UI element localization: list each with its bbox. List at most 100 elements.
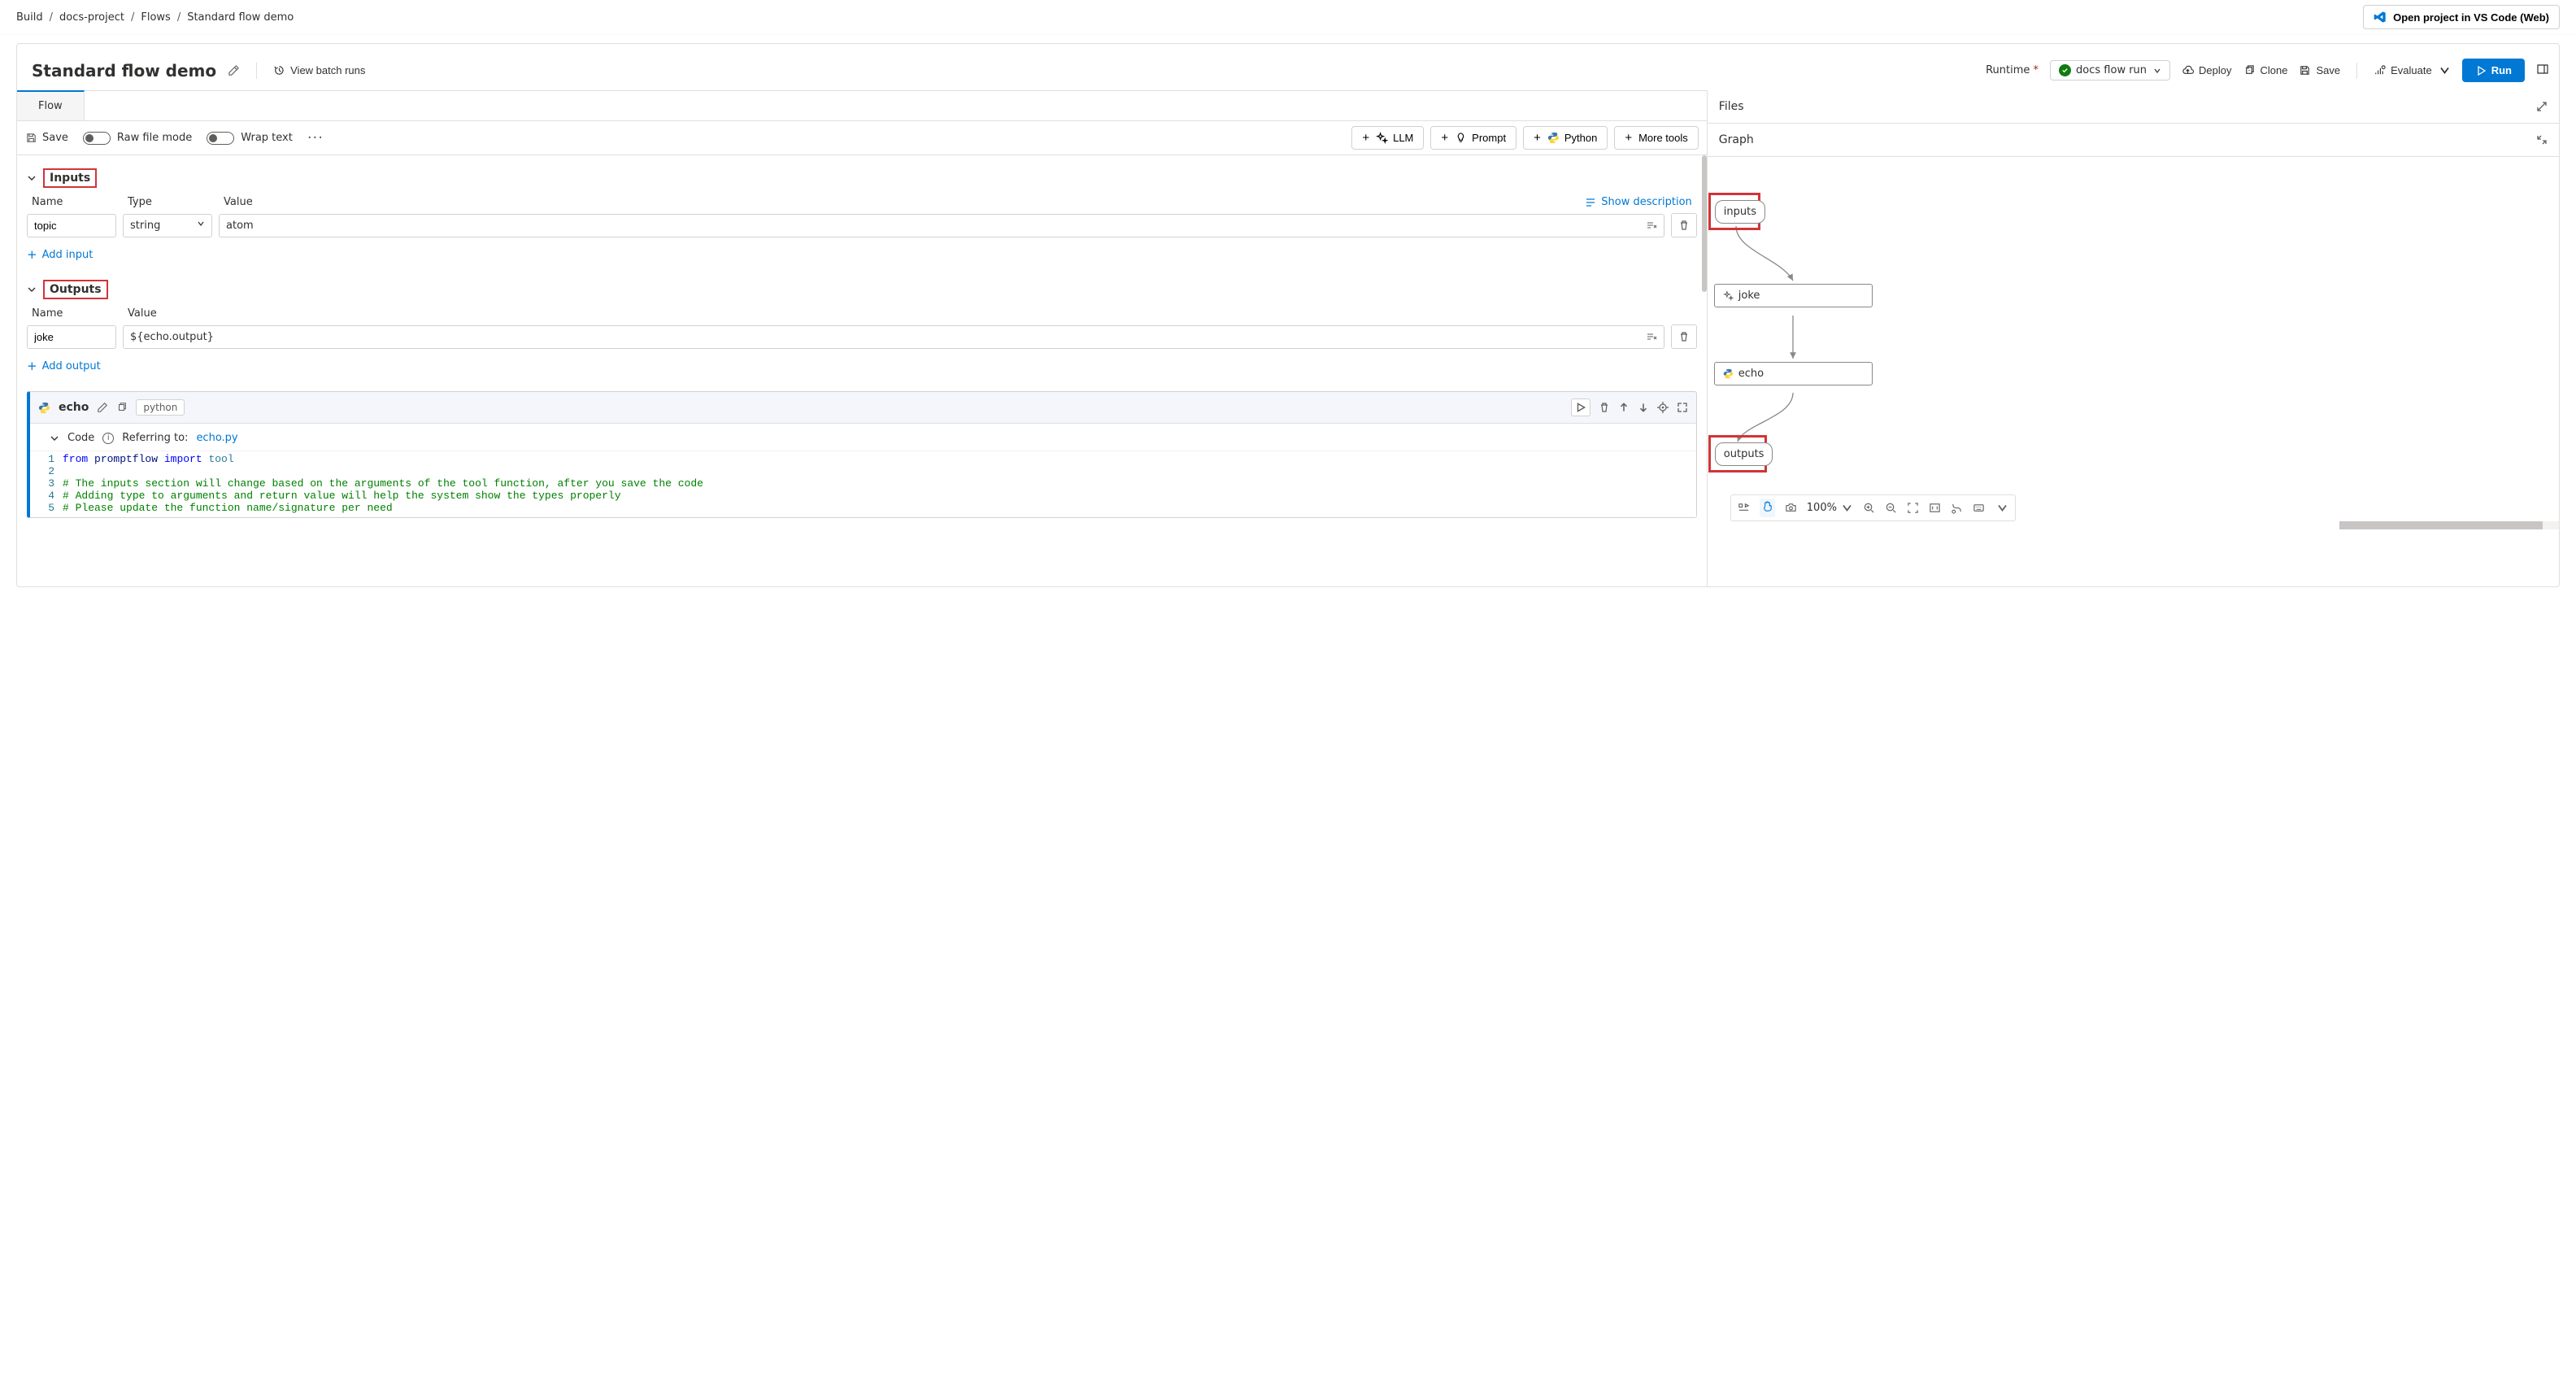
graph-node-echo[interactable]: echo	[1714, 362, 1873, 385]
run-button[interactable]: Run	[2462, 59, 2525, 82]
save-icon	[2299, 64, 2311, 76]
locate-icon[interactable]	[1657, 402, 1669, 413]
delete-output-button[interactable]	[1671, 324, 1697, 349]
copy-icon[interactable]	[116, 402, 128, 413]
code-editor[interactable]: 1from promptflow import tool 2 3# The in…	[30, 451, 1696, 517]
toolbar-save-label: Save	[42, 132, 68, 144]
run-label: Run	[2491, 64, 2512, 76]
output-value-field[interactable]: ${echo.output}	[123, 325, 1664, 349]
python-icon	[1723, 368, 1734, 379]
graph-node-inputs[interactable]: inputs	[1715, 200, 1765, 224]
scrollbar-thumb[interactable]	[1702, 155, 1707, 292]
graph-edges	[1708, 157, 2559, 529]
runtime-selector[interactable]: docs flow run	[2050, 60, 2170, 81]
chevron-down-icon[interactable]	[50, 433, 59, 443]
add-input-button[interactable]: + Add input	[27, 247, 93, 262]
sparkle-icon	[1376, 132, 1388, 144]
llm-label: LLM	[1393, 132, 1413, 144]
code-keyword: import	[164, 453, 202, 465]
edit-icon[interactable]	[228, 64, 240, 76]
graph-h-scrollbar[interactable]	[2339, 521, 2559, 529]
toggle-switch[interactable]	[83, 132, 111, 145]
chevron-down-icon	[1841, 502, 1853, 514]
reference-icon[interactable]	[1646, 220, 1657, 231]
graph-node-joke[interactable]: joke	[1714, 284, 1873, 307]
graph-canvas[interactable]: inputs joke echo outputs 100%	[1708, 157, 2559, 529]
node-run-button[interactable]	[1571, 398, 1590, 416]
chevron-down-icon[interactable]	[1996, 502, 2008, 514]
save-button[interactable]: Save	[2299, 64, 2340, 76]
clone-button[interactable]: Clone	[2243, 64, 2288, 76]
wrap-text-toggle[interactable]: Wrap text	[207, 132, 293, 145]
tabs: Flow	[17, 90, 1707, 121]
output-row: ${echo.output}	[27, 324, 1697, 349]
panel-icon	[2536, 63, 2549, 76]
sparkle-icon	[1723, 290, 1734, 301]
pan-icon[interactable]	[1760, 499, 1775, 517]
prompt-label: Prompt	[1472, 132, 1506, 144]
code-keyword: from	[63, 453, 88, 465]
keyboard-icon[interactable]	[1973, 502, 1985, 514]
add-llm-button[interactable]: + LLM	[1351, 126, 1424, 150]
trash-icon[interactable]	[1599, 402, 1610, 413]
files-header[interactable]: Files	[1708, 90, 2559, 124]
expand-icon[interactable]	[1677, 402, 1688, 413]
plus-icon: +	[1362, 131, 1369, 145]
history-icon	[273, 64, 285, 76]
deploy-button[interactable]: Deploy	[2182, 64, 2231, 76]
toolbar-save-button[interactable]: Save	[25, 132, 68, 144]
expand-icon[interactable]	[2536, 101, 2548, 112]
chevron-down-icon	[27, 285, 37, 294]
raw-mode-toggle[interactable]: Raw file mode	[83, 132, 192, 145]
zoom-out-icon[interactable]	[1885, 502, 1897, 514]
reference-icon[interactable]	[1646, 331, 1657, 342]
graph-node-outputs[interactable]: outputs	[1715, 442, 1773, 466]
arrow-down-icon[interactable]	[1638, 402, 1649, 413]
add-more-tools-button[interactable]: + More tools	[1614, 126, 1698, 150]
chevron-down-icon	[27, 173, 37, 183]
breadcrumb-project[interactable]: docs-project	[59, 11, 124, 24]
add-output-label: Add output	[42, 360, 101, 372]
add-prompt-button[interactable]: + Prompt	[1430, 126, 1516, 150]
arrow-up-icon[interactable]	[1618, 402, 1630, 413]
plus-icon: +	[1534, 131, 1541, 145]
breadcrumb-build[interactable]: Build	[16, 11, 43, 24]
add-output-button[interactable]: + Add output	[27, 359, 101, 373]
collapse-icon[interactable]	[2536, 134, 2548, 146]
delete-input-button[interactable]	[1671, 213, 1697, 237]
vscode-label: Open project in VS Code (Web)	[2393, 11, 2549, 24]
input-name-field[interactable]	[27, 214, 116, 237]
graph-header[interactable]: Graph	[1708, 124, 2559, 157]
edit-icon[interactable]	[97, 402, 108, 413]
evaluate-button[interactable]: Evaluate	[2374, 64, 2451, 76]
panel-toggle-button[interactable]	[2536, 63, 2549, 78]
more-icon[interactable]: ···	[307, 129, 324, 146]
code-file-link[interactable]: echo.py	[196, 432, 237, 444]
tab-flow[interactable]: Flow	[17, 90, 85, 120]
fit-icon[interactable]	[1907, 502, 1919, 514]
output-name-field[interactable]	[27, 325, 116, 349]
screenshot-icon[interactable]	[1785, 502, 1797, 514]
zoom-in-icon[interactable]	[1863, 502, 1875, 514]
add-python-button[interactable]: + Python	[1523, 126, 1608, 150]
play-icon	[1575, 402, 1586, 413]
view-batch-runs-button[interactable]: View batch runs	[273, 64, 365, 76]
code-text: promptflow	[88, 453, 164, 465]
inputs-header[interactable]: Inputs	[27, 168, 1697, 188]
outputs-header[interactable]: Outputs	[27, 280, 1697, 299]
input-value-field[interactable]: atom	[219, 214, 1664, 237]
zoom-value[interactable]: 100%	[1807, 502, 1853, 514]
input-value-text: atom	[226, 220, 254, 232]
select-icon[interactable]	[1738, 502, 1750, 514]
node-name: echo	[59, 401, 89, 414]
info-icon[interactable]: i	[102, 433, 114, 444]
input-type-select[interactable]: string	[123, 214, 212, 237]
open-vscode-button[interactable]: Open project in VS Code (Web)	[2363, 5, 2560, 29]
actual-size-icon[interactable]	[1929, 502, 1941, 514]
toggle-switch[interactable]	[207, 132, 234, 145]
breadcrumb-flows[interactable]: Flows	[141, 11, 170, 24]
referring-label: Referring to:	[122, 432, 188, 444]
cloud-icon	[2182, 64, 2194, 76]
auto-layout-icon[interactable]	[1951, 502, 1963, 514]
show-description-button[interactable]: Show description	[1585, 196, 1692, 208]
